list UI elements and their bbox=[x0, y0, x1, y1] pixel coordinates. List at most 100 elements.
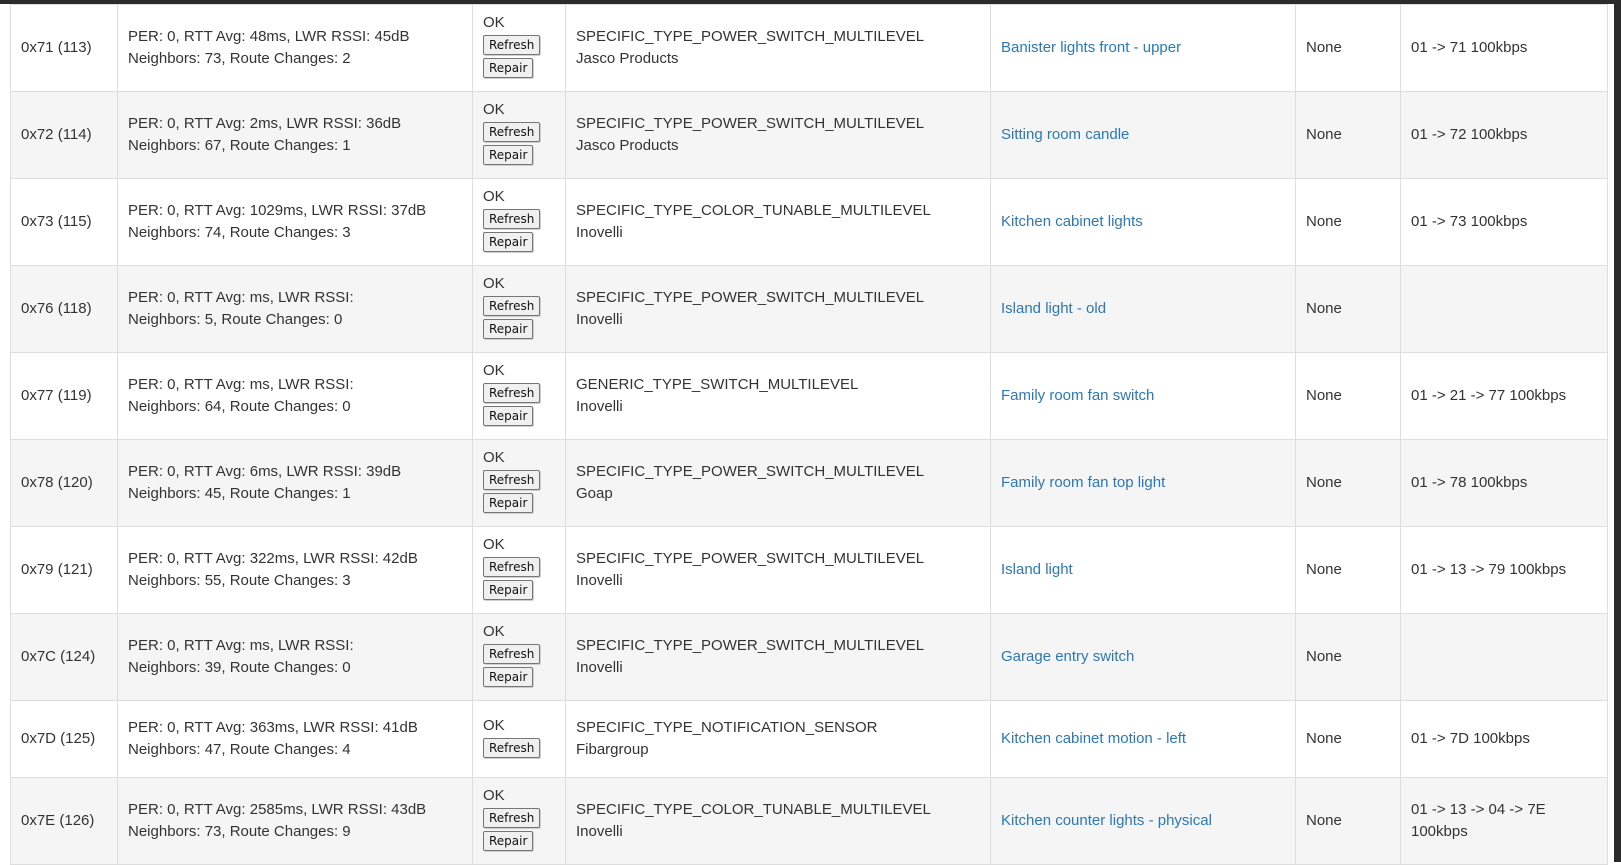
node-type-cell: SPECIFIC_TYPE_POWER_SWITCH_MULTILEVEL In… bbox=[565, 613, 991, 701]
node-id: 0x79 (121) bbox=[10, 526, 118, 614]
route bbox=[1400, 613, 1608, 701]
device-link[interactable]: Sitting room candle bbox=[1001, 126, 1129, 143]
device-link[interactable]: Family room fan switch bbox=[1001, 387, 1154, 404]
device-type: GENERIC_TYPE_SWITCH_MULTILEVEL bbox=[576, 376, 859, 393]
security: None bbox=[1295, 91, 1401, 179]
repair-button[interactable]: Repair bbox=[483, 232, 534, 252]
node-status: OK bbox=[483, 623, 505, 640]
device-link[interactable]: Garage entry switch bbox=[1001, 648, 1134, 665]
device-type: SPECIFIC_TYPE_POWER_SWITCH_MULTILEVEL bbox=[576, 637, 925, 654]
table-row: 0x7E (126) PER: 0, RTT Avg: 2585ms, LWR … bbox=[10, 777, 1608, 865]
manufacturer: Goap bbox=[576, 485, 613, 502]
refresh-button[interactable]: Refresh bbox=[483, 470, 541, 490]
device-link[interactable]: Family room fan top light bbox=[1001, 474, 1165, 491]
security: None bbox=[1295, 4, 1401, 92]
zwave-node-table: 0x71 (113) PER: 0, RTT Avg: 48ms, LWR RS… bbox=[10, 4, 1608, 865]
refresh-button[interactable]: Refresh bbox=[483, 383, 541, 403]
security: None bbox=[1295, 352, 1401, 440]
node-type-cell: SPECIFIC_TYPE_COLOR_TUNABLE_MULTILEVEL I… bbox=[565, 178, 991, 266]
stats-line-per: PER: 0, RTT Avg: 1029ms, LWR RSSI: 37dB bbox=[128, 202, 427, 219]
stats-line-neighbors: Neighbors: 73, Route Changes: 9 bbox=[128, 823, 351, 840]
stats-line-per: PER: 0, RTT Avg: 2ms, LWR RSSI: 36dB bbox=[128, 115, 402, 132]
repair-button[interactable]: Repair bbox=[483, 319, 534, 339]
refresh-button[interactable]: Refresh bbox=[483, 209, 541, 229]
refresh-button[interactable]: Refresh bbox=[483, 122, 541, 142]
node-stats: PER: 0, RTT Avg: 6ms, LWR RSSI: 39dB Nei… bbox=[117, 439, 473, 527]
node-status: OK bbox=[483, 14, 505, 31]
manufacturer: Jasco Products bbox=[576, 137, 679, 154]
repair-button[interactable]: Repair bbox=[483, 831, 534, 851]
repair-button[interactable]: Repair bbox=[483, 493, 534, 513]
device-name-cell: Banister lights front - upper bbox=[990, 4, 1296, 92]
route: 01 -> 7D 100kbps bbox=[1400, 700, 1608, 778]
node-type-cell: SPECIFIC_TYPE_POWER_SWITCH_MULTILEVEL Ja… bbox=[565, 4, 991, 92]
device-link[interactable]: Kitchen cabinet motion - left bbox=[1001, 730, 1186, 747]
refresh-button[interactable]: Refresh bbox=[483, 557, 541, 577]
device-link[interactable]: Kitchen cabinet lights bbox=[1001, 213, 1143, 230]
route: 01 -> 13 -> 04 -> 7E 100kbps bbox=[1400, 777, 1608, 865]
table-row: 0x77 (119) PER: 0, RTT Avg: ms, LWR RSSI… bbox=[10, 352, 1608, 440]
stats-line-per: PER: 0, RTT Avg: 6ms, LWR RSSI: 39dB bbox=[128, 463, 402, 480]
node-status: OK bbox=[483, 362, 505, 379]
device-type: SPECIFIC_TYPE_POWER_SWITCH_MULTILEVEL bbox=[576, 463, 925, 480]
device-name-cell: Island light - old bbox=[990, 265, 1296, 353]
repair-button[interactable]: Repair bbox=[483, 580, 534, 600]
device-link[interactable]: Kitchen counter lights - physical bbox=[1001, 812, 1212, 829]
node-status-cell: OK Refresh Repair bbox=[472, 4, 566, 92]
table-row: 0x7D (125) PER: 0, RTT Avg: 363ms, LWR R… bbox=[10, 700, 1608, 778]
refresh-button[interactable]: Refresh bbox=[483, 737, 541, 758]
node-status-cell: OK Refresh Repair bbox=[472, 526, 566, 614]
table-row: 0x7C (124) PER: 0, RTT Avg: ms, LWR RSSI… bbox=[10, 613, 1608, 701]
device-name-cell: Sitting room candle bbox=[990, 91, 1296, 179]
node-id: 0x78 (120) bbox=[10, 439, 118, 527]
node-stats: PER: 0, RTT Avg: ms, LWR RSSI: Neighbors… bbox=[117, 265, 473, 353]
node-type-cell: SPECIFIC_TYPE_NOTIFICATION_SENSOR Fibarg… bbox=[565, 700, 991, 778]
device-name-cell: Kitchen cabinet lights bbox=[990, 178, 1296, 266]
stats-line-neighbors: Neighbors: 55, Route Changes: 3 bbox=[128, 572, 351, 589]
security: None bbox=[1295, 700, 1401, 778]
security: None bbox=[1295, 777, 1401, 865]
repair-button[interactable]: Repair bbox=[483, 406, 534, 426]
manufacturer: Jasco Products bbox=[576, 50, 679, 67]
node-type-cell: SPECIFIC_TYPE_POWER_SWITCH_MULTILEVEL Ja… bbox=[565, 91, 991, 179]
table-row: 0x73 (115) PER: 0, RTT Avg: 1029ms, LWR … bbox=[10, 178, 1608, 266]
device-type: SPECIFIC_TYPE_COLOR_TUNABLE_MULTILEVEL bbox=[576, 801, 931, 818]
node-stats: PER: 0, RTT Avg: 1029ms, LWR RSSI: 37dB … bbox=[117, 178, 473, 266]
repair-button[interactable]: Repair bbox=[483, 667, 534, 687]
stats-line-neighbors: Neighbors: 73, Route Changes: 2 bbox=[128, 50, 351, 67]
node-id: 0x73 (115) bbox=[10, 178, 118, 266]
node-type-cell: SPECIFIC_TYPE_POWER_SWITCH_MULTILEVEL In… bbox=[565, 265, 991, 353]
route: 01 -> 21 -> 77 100kbps bbox=[1400, 352, 1608, 440]
repair-button[interactable]: Repair bbox=[483, 145, 534, 165]
node-type-cell: SPECIFIC_TYPE_COLOR_TUNABLE_MULTILEVEL I… bbox=[565, 777, 991, 865]
route: 01 -> 71 100kbps bbox=[1400, 4, 1608, 92]
stats-line-neighbors: Neighbors: 74, Route Changes: 3 bbox=[128, 224, 351, 241]
device-type: SPECIFIC_TYPE_COLOR_TUNABLE_MULTILEVEL bbox=[576, 202, 931, 219]
refresh-button[interactable]: Refresh bbox=[483, 644, 541, 664]
repair-button[interactable]: Repair bbox=[483, 58, 534, 78]
node-stats: PER: 0, RTT Avg: 363ms, LWR RSSI: 41dB N… bbox=[117, 700, 473, 778]
node-status-cell: OK Refresh Repair bbox=[472, 439, 566, 527]
node-status: OK bbox=[483, 101, 505, 118]
node-status-cell: OK Refresh Repair bbox=[472, 352, 566, 440]
device-link[interactable]: Banister lights front - upper bbox=[1001, 39, 1181, 56]
refresh-button[interactable]: Refresh bbox=[483, 296, 541, 316]
stats-line-neighbors: Neighbors: 45, Route Changes: 1 bbox=[128, 485, 351, 502]
node-stats: PER: 0, RTT Avg: ms, LWR RSSI: Neighbors… bbox=[117, 613, 473, 701]
stats-line-per: PER: 0, RTT Avg: ms, LWR RSSI: bbox=[128, 289, 354, 306]
refresh-button[interactable]: Refresh bbox=[483, 808, 541, 828]
node-status: OK bbox=[483, 449, 505, 466]
node-id: 0x77 (119) bbox=[10, 352, 118, 440]
refresh-button[interactable]: Refresh bbox=[483, 35, 541, 55]
device-link[interactable]: Island light bbox=[1001, 561, 1073, 578]
manufacturer: Inovelli bbox=[576, 572, 623, 589]
stats-line-per: PER: 0, RTT Avg: 2585ms, LWR RSSI: 43dB bbox=[128, 801, 427, 818]
node-status-cell: OK Refresh Repair bbox=[472, 613, 566, 701]
node-stats: PER: 0, RTT Avg: 48ms, LWR RSSI: 45dB Ne… bbox=[117, 4, 473, 92]
node-stats: PER: 0, RTT Avg: ms, LWR RSSI: Neighbors… bbox=[117, 352, 473, 440]
manufacturer: Inovelli bbox=[576, 224, 623, 241]
node-status-cell: OK Refresh Repair bbox=[472, 777, 566, 865]
window-edge bbox=[1614, 0, 1621, 862]
device-type: SPECIFIC_TYPE_POWER_SWITCH_MULTILEVEL bbox=[576, 550, 925, 567]
device-link[interactable]: Island light - old bbox=[1001, 300, 1106, 317]
